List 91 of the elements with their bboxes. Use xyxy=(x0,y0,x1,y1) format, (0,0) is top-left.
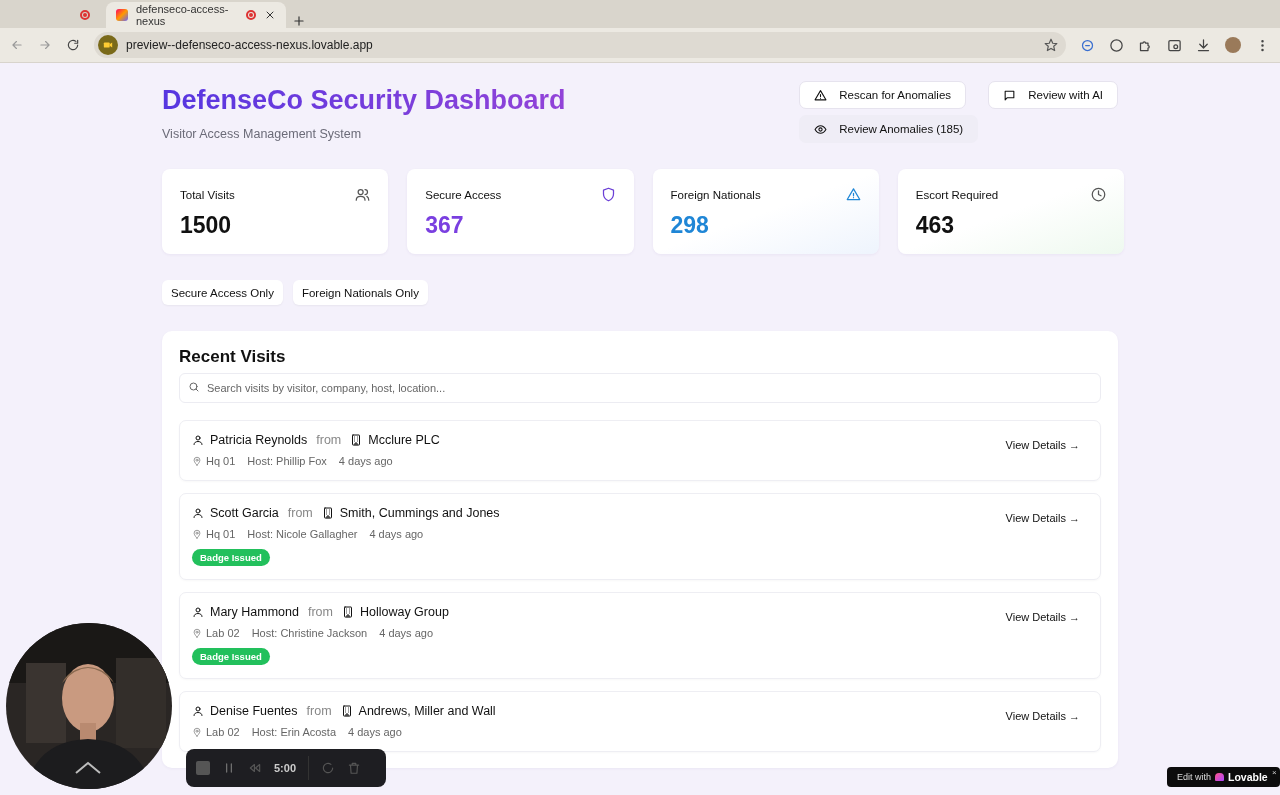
close-icon[interactable] xyxy=(264,9,276,21)
address-bar[interactable]: preview--defenseco-access-nexus.lovable.app xyxy=(94,32,1066,58)
visit-time: 4 days ago xyxy=(379,627,434,639)
action-button[interactable]: Review with AI xyxy=(988,81,1118,109)
visit-time: 4 days ago xyxy=(348,726,402,738)
visit-time: 4 days ago xyxy=(338,455,393,467)
star-icon[interactable] xyxy=(1044,38,1058,52)
action-button[interactable]: Review Anomalies (185) xyxy=(799,115,979,143)
visitor-name: Scott Garcia xyxy=(210,506,279,520)
back-icon[interactable] xyxy=(10,38,24,52)
stat-value: 298 xyxy=(670,212,709,239)
company-name: Smith, Cummings and Jones xyxy=(339,506,500,520)
camera-icon xyxy=(98,35,118,55)
download-icon[interactable] xyxy=(1196,37,1211,53)
status-badge: Badge Issued xyxy=(192,648,270,665)
visitor-name: Denise Fuentes xyxy=(210,704,298,718)
view-details-link[interactable]: View Details → xyxy=(997,439,1088,451)
trash-icon[interactable] xyxy=(347,761,362,775)
visitor-name: Patricia Reynolds xyxy=(210,433,308,447)
host-text: Host: Erin Acosta xyxy=(251,726,337,738)
chat-icon xyxy=(1003,88,1017,102)
search-field[interactable]: Search visits by visitor, company, host, location... xyxy=(179,373,1101,403)
host-text: Host: Nicole Gallagher xyxy=(247,528,358,540)
stat-value: 367 xyxy=(425,212,464,239)
rewind-icon[interactable] xyxy=(248,761,262,775)
building-icon xyxy=(340,705,353,717)
location-pin-icon xyxy=(192,628,202,638)
from-text: from xyxy=(316,433,342,447)
shield-icon xyxy=(600,187,616,202)
profile-avatar[interactable] xyxy=(1225,37,1241,53)
stat-label: Foreign Nationals xyxy=(670,188,761,201)
visitor-name: Mary Hammond xyxy=(210,605,299,619)
action-button[interactable]: Rescan for Anomalies xyxy=(799,81,967,109)
search-icon xyxy=(188,381,200,393)
url-text: preview--defenseco-access-nexus.lovable.app xyxy=(126,38,374,52)
location-text: Hq 01 xyxy=(206,455,236,467)
visit-time: 4 days ago xyxy=(369,528,424,540)
page-subtitle: Visitor Access Management System xyxy=(162,127,362,141)
recording-time: 5:00 xyxy=(274,762,297,774)
location-pin-icon xyxy=(192,456,202,466)
reload-icon[interactable] xyxy=(66,38,80,52)
status-badge: Badge Issued xyxy=(192,549,270,566)
extension-icon[interactable] xyxy=(1080,37,1095,53)
person-icon xyxy=(192,507,204,519)
host-text: Host: Christine Jackson xyxy=(251,627,368,639)
stat-value: 1500 xyxy=(180,212,232,239)
tab-search-icon[interactable] xyxy=(1167,37,1182,53)
building-icon xyxy=(341,606,354,618)
stat-value: 463 xyxy=(915,212,955,239)
edit-with-badge[interactable]: Edit with Lovable × xyxy=(1167,767,1280,787)
stat-label: Secure Access xyxy=(425,188,502,201)
browser-tab[interactable]: defenseco-access-nexus xyxy=(106,2,286,28)
building-icon xyxy=(321,507,334,519)
badge-prefix: Edit with xyxy=(1177,772,1211,782)
stat-label: Total Visits xyxy=(180,188,235,201)
section-title: Recent Visits xyxy=(179,347,286,367)
warning-icon xyxy=(814,88,828,102)
location-text: Lab 02 xyxy=(206,726,240,738)
eye-icon xyxy=(814,122,828,136)
restart-icon[interactable] xyxy=(321,761,336,775)
filter-button[interactable]: Secure Access Only xyxy=(162,280,283,305)
person-icon xyxy=(192,606,204,618)
view-details-link[interactable]: View Details → xyxy=(997,710,1088,722)
heart-icon xyxy=(1215,773,1224,781)
tab-title: defenseco-access-nexus xyxy=(136,3,230,27)
favicon-icon xyxy=(116,9,128,21)
users-icon xyxy=(355,187,371,202)
company-name: Holloway Group xyxy=(359,605,449,619)
person-icon xyxy=(192,705,204,717)
location-text: Lab 02 xyxy=(206,627,240,639)
company-name: Andrews, Miller and Wall xyxy=(358,704,496,718)
brand-name: Lovable xyxy=(1228,771,1268,783)
from-text: from xyxy=(306,704,332,718)
building-icon xyxy=(350,434,363,446)
location-text: Hq 01 xyxy=(206,528,236,540)
person-icon xyxy=(192,434,204,446)
close-icon[interactable]: × xyxy=(1272,768,1277,777)
view-details-link[interactable]: View Details → xyxy=(997,611,1088,623)
warning-icon xyxy=(845,187,861,202)
forward-icon[interactable] xyxy=(38,38,52,52)
from-text: from xyxy=(287,506,313,520)
view-details-link[interactable]: View Details → xyxy=(997,512,1088,524)
company-name: Mcclure PLC xyxy=(368,433,440,447)
clock-icon xyxy=(1091,187,1106,202)
from-text: from xyxy=(307,605,333,619)
plus-icon[interactable] xyxy=(292,14,306,28)
location-pin-icon xyxy=(192,529,202,539)
stat-label: Escort Required xyxy=(915,188,999,201)
host-text: Host: Phillip Fox xyxy=(247,455,327,467)
location-pin-icon xyxy=(192,727,202,737)
filter-button[interactable]: Foreign Nationals Only xyxy=(292,280,428,305)
